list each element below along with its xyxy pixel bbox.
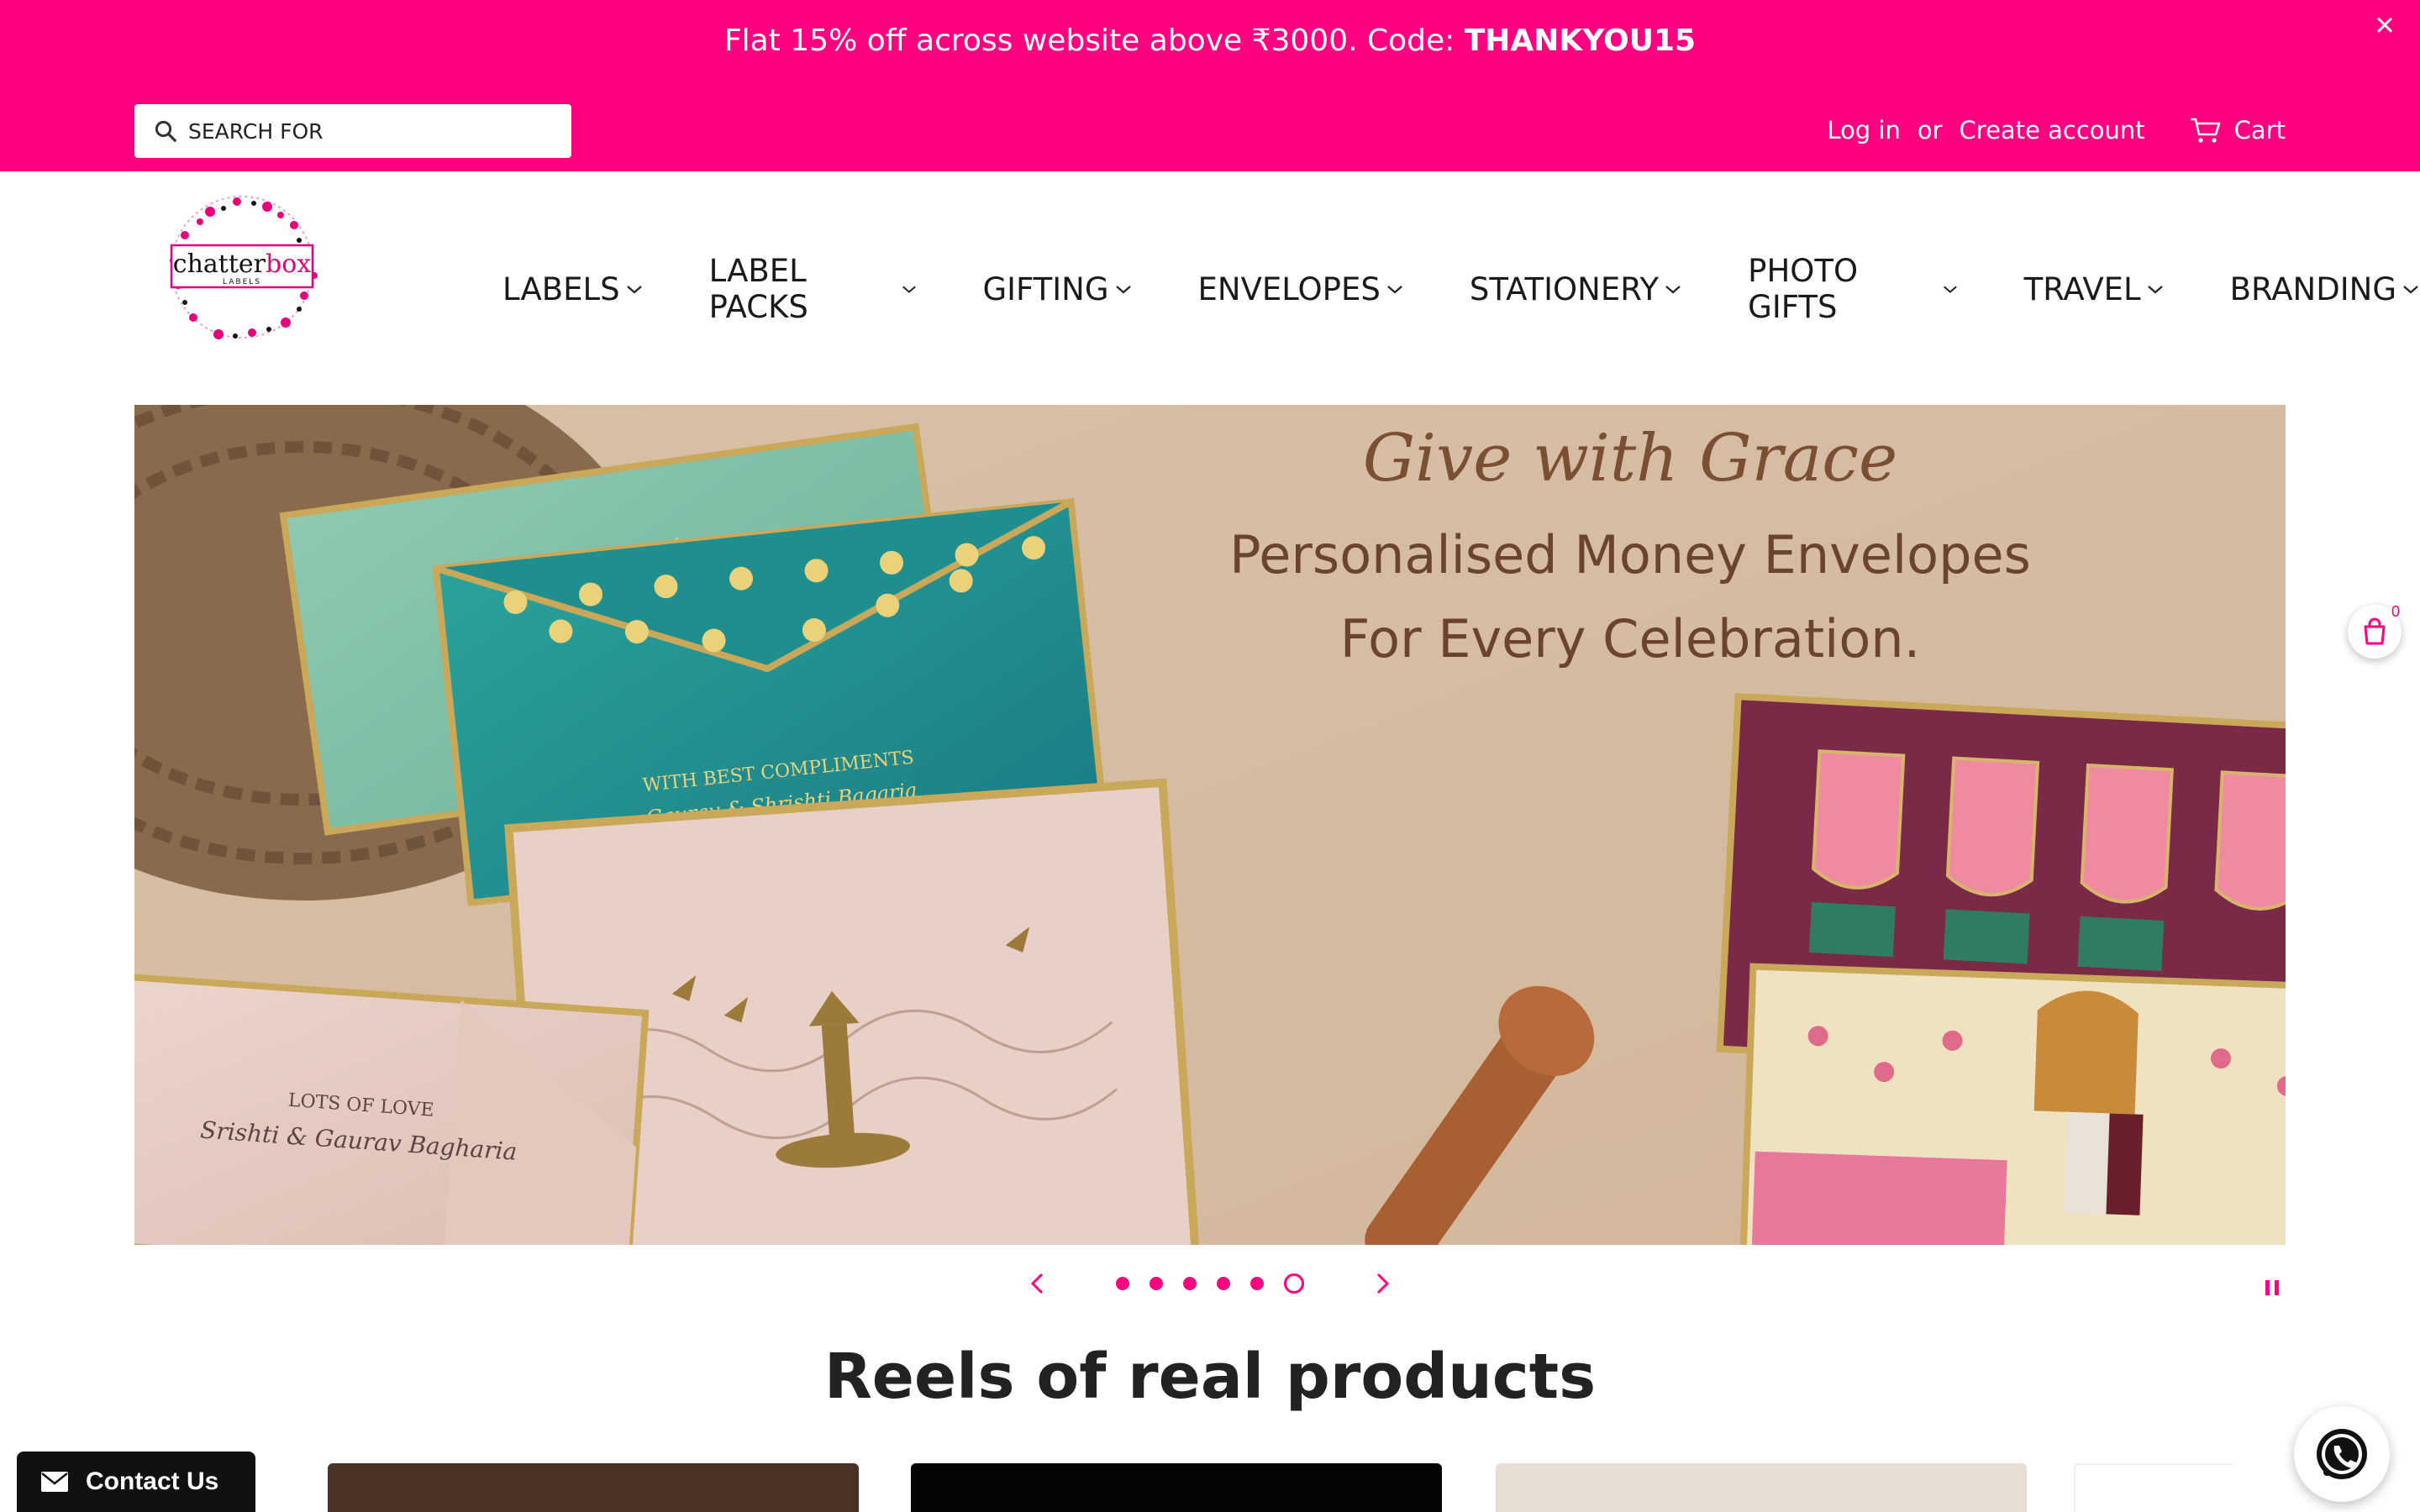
contact-us-button[interactable]: Contact Us — [17, 1452, 255, 1512]
search-input[interactable] — [188, 118, 558, 144]
nav-envelopes[interactable]: ENVELOPES — [1198, 271, 1404, 307]
nav-branding[interactable]: BRANDING — [2230, 271, 2420, 307]
shopping-bag-icon — [2364, 617, 2386, 645]
create-account-link[interactable]: Create account — [1960, 116, 2145, 144]
login-link[interactable]: Log in — [1827, 116, 1900, 144]
chevron-down-icon — [626, 286, 642, 294]
nav-stationery[interactable]: STATIONERY — [1470, 271, 1682, 307]
announcement-bar: Flat 15% off across website above ₹3000.… — [0, 0, 2420, 171]
hero-heading: Give with Grace — [1363, 421, 1897, 496]
nav-label: TRAVEL — [2023, 270, 2141, 307]
whatsapp-icon — [2317, 1429, 2367, 1479]
nav-label: PHOTO GIFTS — [1748, 253, 1859, 325]
slider-dot-6[interactable] — [1284, 1273, 1304, 1294]
nav-label: GIFTING — [982, 270, 1109, 307]
account-links: Log in or Create account Cart — [1827, 109, 2286, 151]
slider-dot-4[interactable] — [1217, 1277, 1230, 1290]
cart-icon — [2190, 118, 2220, 143]
contact-label: Contact Us — [86, 1467, 219, 1495]
nav-photo-gifts[interactable]: PHOTO GIFTS — [1748, 253, 1958, 325]
cart-count: 0 — [2391, 603, 2400, 620]
search-bar[interactable] — [134, 104, 571, 158]
nav-label-packs[interactable]: LABEL PACKS — [709, 253, 918, 325]
floating-cart-button[interactable]: 0 — [2348, 603, 2402, 659]
chevron-down-icon — [1115, 286, 1131, 294]
reel-card-4[interactable] — [2074, 1463, 2235, 1512]
or-text: or — [1917, 116, 1943, 144]
whatsapp-button[interactable] — [2294, 1406, 2390, 1502]
mail-icon — [41, 1472, 68, 1492]
nav-travel[interactable]: TRAVEL — [2024, 271, 2165, 307]
chevron-down-icon — [2403, 286, 2418, 294]
search-icon — [155, 120, 176, 142]
slider-dot-2[interactable] — [1150, 1277, 1163, 1290]
reel-card-2[interactable] — [911, 1463, 1442, 1512]
nav-label: ENVELOPES — [1197, 270, 1381, 307]
logo-text-labels: LABELS — [223, 278, 261, 286]
discount-code: THANKYOU15 — [1464, 24, 1697, 58]
chevron-down-icon — [1387, 286, 1402, 294]
chevron-down-icon — [1943, 286, 1957, 293]
site-logo[interactable]: chatterbox LABELS — [160, 192, 324, 343]
hero-line2: For Every Celebration. — [1340, 608, 1921, 669]
slider-dot-3[interactable] — [1183, 1277, 1197, 1290]
cart-label: Cart — [2233, 116, 2286, 144]
nav-label: LABEL PACKS — [708, 253, 808, 325]
hero-banner[interactable]: WITH BEST COMPLIMENTS Gaurav & Shrishti … — [134, 405, 2286, 1245]
chevron-left-icon[interactable] — [1025, 1271, 1050, 1296]
chevron-down-icon — [2147, 286, 2163, 294]
main-nav: LABELS LABEL PACKS GIFTING ENVELOPES STA… — [502, 253, 2420, 325]
nav-gifting[interactable]: GIFTING — [982, 271, 1132, 307]
logo-text-chatter: chatterbox — [173, 249, 311, 279]
logo-graphic: chatterbox LABELS — [170, 196, 318, 339]
chevron-down-icon — [1665, 286, 1681, 294]
chevron-right-icon[interactable] — [1370, 1271, 1395, 1296]
chevron-down-icon — [902, 286, 916, 293]
announcement-message: Flat 15% off across website above ₹3000.… — [723, 24, 1465, 58]
slider-dot-1[interactable] — [1116, 1277, 1129, 1290]
pause-icon[interactable] — [2265, 1280, 2279, 1295]
nav-label: BRANDING — [2229, 270, 2396, 307]
slider-controls — [1025, 1265, 1395, 1302]
nav-label: STATIONERY — [1469, 270, 1660, 307]
section-title: Reels of real products — [823, 1341, 1597, 1413]
hero-line1: Personalised Money Envelopes — [1229, 524, 2031, 585]
reel-card-1[interactable] — [328, 1463, 859, 1512]
slider-dot-5[interactable] — [1250, 1277, 1264, 1290]
nav-label: LABELS — [502, 270, 620, 307]
close-icon[interactable]: × — [2368, 8, 2402, 42]
nav-labels[interactable]: LABELS — [502, 271, 644, 307]
hero-image: WITH BEST COMPLIMENTS Gaurav & Shrishti … — [134, 405, 2286, 1245]
cart-link[interactable]: Cart — [2189, 116, 2286, 144]
announcement-text: Flat 15% off across website above ₹3000.… — [0, 24, 2420, 58]
slider-dots — [1106, 1273, 1314, 1294]
reel-card-3[interactable] — [1496, 1463, 2027, 1512]
